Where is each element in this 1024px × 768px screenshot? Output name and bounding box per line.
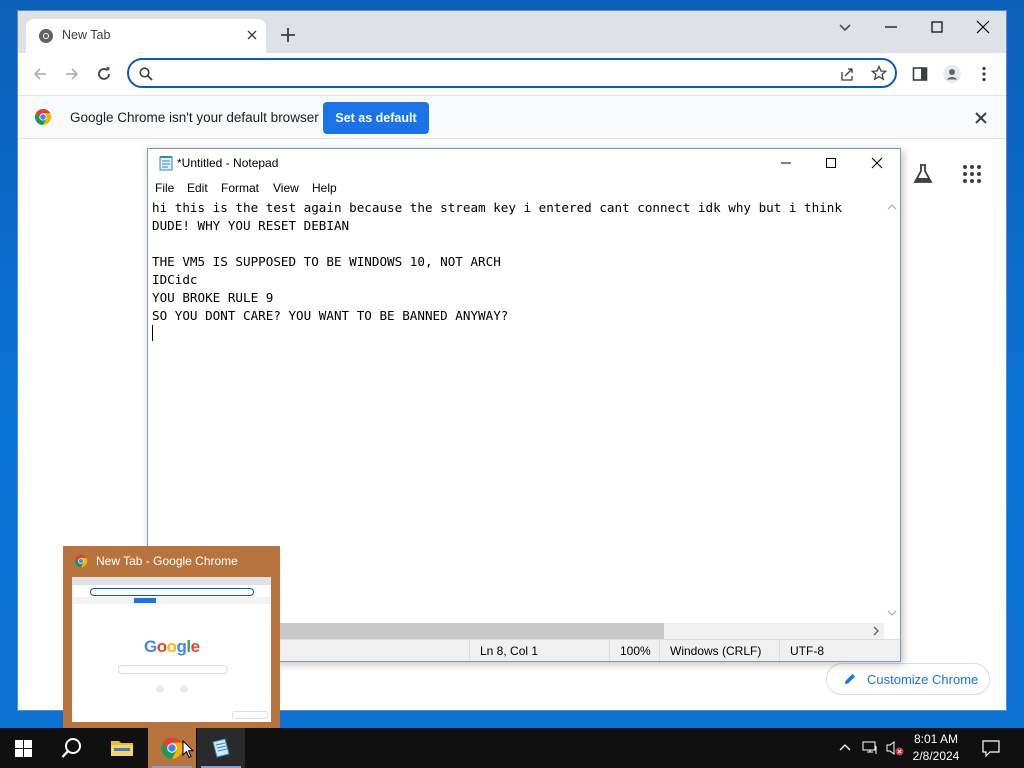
chrome-logo-icon xyxy=(74,554,88,568)
preview-tabstrip xyxy=(72,577,271,585)
taskbar: 8:01 AM 2/8/2024 xyxy=(0,728,1024,768)
text-line: SO YOU DONT CARE? YOU WANT TO BE BANNED … xyxy=(152,308,509,323)
tab-new-tab[interactable]: New Tab xyxy=(26,19,266,53)
google-letter: o xyxy=(166,637,177,656)
minimize-icon[interactable] xyxy=(881,17,901,37)
preview-shortcut xyxy=(156,685,164,693)
clock-time: 8:01 AM xyxy=(913,732,959,746)
infobar-message: Google Chrome isn't your default browser xyxy=(70,110,319,125)
status-zoom-text: 100% xyxy=(620,644,651,658)
preview-searchbox xyxy=(118,665,228,674)
default-browser-infobar: Google Chrome isn't your default browser… xyxy=(18,95,1006,139)
google-letter: g xyxy=(176,637,187,656)
chevron-up-icon[interactable] xyxy=(838,741,852,755)
text-line: DUDE! WHY YOU RESET DEBIAN xyxy=(152,218,350,233)
chrome-logo-icon xyxy=(34,108,52,126)
address-bar[interactable] xyxy=(127,58,897,88)
google-apps-icon[interactable] xyxy=(962,164,982,184)
side-panel-icon[interactable] xyxy=(910,64,930,84)
thumbnail-title: New Tab - Google Chrome xyxy=(96,554,238,568)
notification-center-icon[interactable] xyxy=(982,739,1000,757)
status-encoding: UTF-8 xyxy=(779,640,900,661)
notepad-icon xyxy=(209,736,233,760)
mouse-cursor-icon xyxy=(182,740,194,759)
pencil-icon xyxy=(843,672,857,686)
menu-format[interactable]: Format xyxy=(221,181,259,195)
tab-strip: New Tab xyxy=(18,11,1006,53)
reload-icon[interactable] xyxy=(94,64,114,84)
share-icon[interactable] xyxy=(839,66,855,82)
notepad-taskbar-button[interactable] xyxy=(197,728,245,768)
windows-logo-icon xyxy=(15,740,32,757)
forward-icon[interactable] xyxy=(62,64,82,84)
start-button[interactable] xyxy=(0,728,48,768)
text-line: YOU BROKE RULE 9 xyxy=(152,290,274,305)
system-clock[interactable]: 8:01 AM 2/8/2024 xyxy=(905,731,967,765)
menu-kebab-icon[interactable] xyxy=(974,64,994,84)
clock-date: 2/8/2024 xyxy=(912,749,960,763)
chrome-favicon-icon xyxy=(38,28,54,44)
preview-customize xyxy=(232,711,268,719)
minimize-icon[interactable] xyxy=(778,155,794,171)
notepad-icon xyxy=(158,155,174,171)
text-line: IDCidc xyxy=(152,272,198,287)
text-caret xyxy=(152,325,153,341)
close-icon[interactable] xyxy=(869,155,885,171)
back-icon[interactable] xyxy=(30,64,50,84)
status-line-ending: Windows (CRLF) xyxy=(659,640,780,661)
status-encoding-text: UTF-8 xyxy=(790,644,824,658)
google-letter: G xyxy=(144,637,157,656)
text-line: hi this is the test again because the st… xyxy=(152,200,842,215)
menu-help[interactable]: Help xyxy=(312,181,337,195)
maximize-icon[interactable] xyxy=(927,17,947,37)
google-letter: e xyxy=(190,637,200,656)
preview-button xyxy=(134,598,156,603)
close-window-icon[interactable] xyxy=(973,17,993,37)
tab-title: New Tab xyxy=(62,28,111,42)
profile-avatar-icon[interactable] xyxy=(942,64,962,84)
preview-shortcut xyxy=(180,685,188,693)
folder-icon xyxy=(110,738,134,758)
network-icon[interactable] xyxy=(862,740,880,756)
browser-toolbar xyxy=(18,53,1006,95)
close-infobar-icon[interactable] xyxy=(974,111,988,125)
search-icon xyxy=(61,737,83,759)
address-input[interactable] xyxy=(163,64,807,84)
menu-file[interactable]: File xyxy=(155,181,174,195)
tab-search-icon[interactable] xyxy=(835,17,855,37)
preview-infobar xyxy=(72,597,271,604)
maximize-icon[interactable] xyxy=(823,155,839,171)
set-as-default-button[interactable]: Set as default xyxy=(323,102,429,134)
customize-chrome-button[interactable]: Customize Chrome xyxy=(826,663,990,695)
volume-muted-icon[interactable] xyxy=(885,740,905,756)
file-explorer-button[interactable] xyxy=(98,728,146,768)
preview-google-logo: Google xyxy=(144,637,200,657)
preview-omnibox xyxy=(90,588,254,596)
text-line: THE VM5 IS SUPPOSED TO BE WINDOWS 10, NO… xyxy=(152,254,501,269)
labs-flask-icon[interactable] xyxy=(911,162,935,186)
chrome-logo-icon xyxy=(160,736,184,760)
thumbnail-preview[interactable]: Google xyxy=(72,577,271,722)
customize-chrome-label: Customize Chrome xyxy=(867,672,979,687)
menu-edit[interactable]: Edit xyxy=(187,181,208,195)
status-position-text: Ln 8, Col 1 xyxy=(480,644,539,658)
close-tab-icon[interactable] xyxy=(244,27,260,43)
search-icon xyxy=(139,67,153,81)
search-button[interactable] xyxy=(48,728,96,768)
status-position: Ln 8, Col 1 xyxy=(469,640,610,661)
google-letter: o xyxy=(156,637,167,656)
new-tab-icon[interactable] xyxy=(278,25,298,45)
status-line-ending-text: Windows (CRLF) xyxy=(670,644,762,658)
status-zoom: 100% xyxy=(609,640,660,661)
menu-view[interactable]: View xyxy=(273,181,299,195)
notepad-title: *Untitled - Notepad xyxy=(177,156,279,170)
bookmark-star-icon[interactable] xyxy=(871,65,887,81)
notepad-titlebar[interactable]: *Untitled - Notepad xyxy=(148,149,900,177)
notepad-menubar: File Edit Format View Help xyxy=(148,177,900,199)
chrome-taskbar-thumbnail[interactable]: New Tab - Google Chrome Google xyxy=(63,546,280,728)
vertical-scrollbar[interactable] xyxy=(884,199,900,623)
